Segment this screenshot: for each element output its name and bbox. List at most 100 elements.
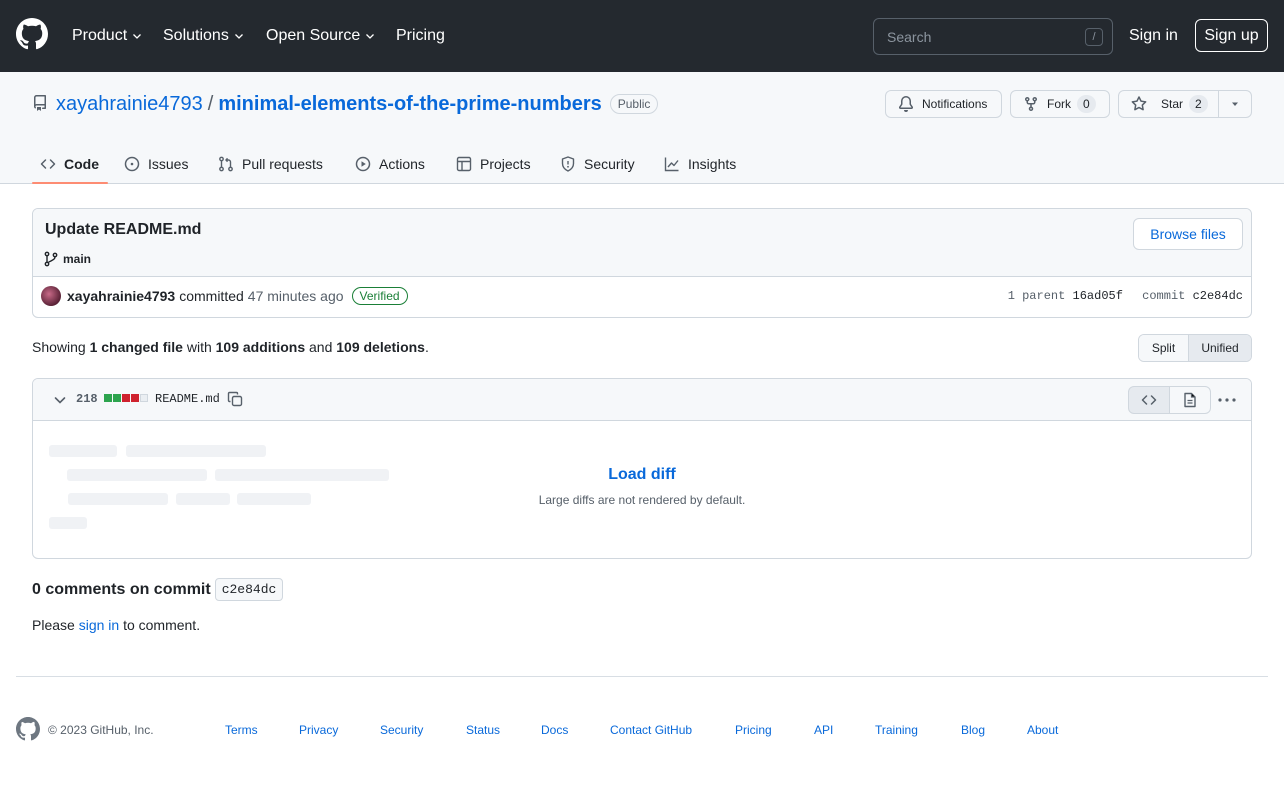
- code-icon: [1141, 395, 1157, 405]
- diffstat-block-del: [122, 394, 130, 402]
- global-header: Product Solutions Open Source Pricing / …: [0, 0, 1284, 72]
- tab-label: Projects: [480, 156, 531, 172]
- search-input[interactable]: [874, 19, 1112, 54]
- nav-open-source[interactable]: Open Source: [266, 26, 376, 46]
- diffstat-block-add: [104, 394, 112, 402]
- commit-time: 47 minutes ago: [247, 288, 344, 304]
- notifications-button[interactable]: Notifications: [885, 90, 1002, 118]
- browse-files-button[interactable]: Browse files: [1133, 218, 1243, 250]
- footer-link-contact[interactable]: Contact GitHub: [610, 723, 692, 737]
- notifications-label: Notifications: [922, 97, 988, 111]
- parent-word: parent: [1022, 289, 1066, 303]
- table-icon: [456, 156, 472, 172]
- tab-projects[interactable]: Projects: [456, 144, 531, 184]
- unified-view-button[interactable]: Unified: [1189, 335, 1251, 361]
- skeleton-line: [49, 517, 87, 529]
- github-logo-icon[interactable]: [16, 18, 48, 50]
- star-label: Star: [1161, 97, 1184, 111]
- play-icon: [355, 156, 371, 172]
- parent-count: 1: [1007, 289, 1015, 303]
- view-code-button[interactable]: [1128, 386, 1170, 414]
- kebab-horizontal-icon[interactable]: [1217, 392, 1237, 408]
- footer-link-docs[interactable]: Docs: [541, 723, 568, 737]
- footer-link-terms[interactable]: Terms: [225, 723, 258, 737]
- branch-label[interactable]: main: [43, 251, 91, 267]
- footer-link-security[interactable]: Security: [380, 723, 423, 737]
- repo-title: xayahrainie4793 / minimal-elements-of-th…: [56, 92, 659, 116]
- tab-issues[interactable]: Issues: [124, 144, 188, 184]
- avatar[interactable]: [41, 286, 61, 306]
- comments-count: 0 comments on commit: [32, 580, 211, 598]
- commit-author-link[interactable]: xayahrainie4793: [67, 288, 175, 304]
- footer-link-blog[interactable]: Blog: [961, 723, 985, 737]
- footer-link-privacy[interactable]: Privacy: [299, 723, 338, 737]
- repo-name-link[interactable]: minimal-elements-of-the-prime-numbers: [218, 92, 601, 116]
- footer-link-status[interactable]: Status: [466, 723, 500, 737]
- nav-product[interactable]: Product: [72, 26, 143, 46]
- tab-pull-requests[interactable]: Pull requests: [218, 144, 323, 184]
- chevron-down-icon[interactable]: [52, 392, 68, 408]
- view-file-button[interactable]: [1169, 386, 1211, 414]
- tab-label: Issues: [148, 156, 189, 172]
- nav-solutions[interactable]: Solutions: [163, 26, 245, 46]
- prompt-text: to comment.: [123, 617, 201, 633]
- tab-code[interactable]: Code: [40, 144, 99, 184]
- fork-count: 0: [1077, 95, 1096, 113]
- nav-pricing[interactable]: Pricing: [396, 26, 445, 46]
- skeleton-line: [49, 445, 117, 457]
- footer-link-pricing[interactable]: Pricing: [735, 723, 772, 737]
- tab-label: Security: [584, 156, 635, 172]
- footer-link-api[interactable]: API: [814, 723, 833, 737]
- commit-meta: xayahrainie4793 committed 47 minutes ago…: [41, 286, 408, 306]
- sign-up-button[interactable]: Sign up: [1195, 19, 1268, 52]
- star-count: 2: [1189, 95, 1208, 113]
- sign-in-to-comment-link[interactable]: sign in: [79, 617, 119, 633]
- star-dropdown-button[interactable]: [1218, 90, 1252, 118]
- commit-sha: c2e84dc: [1192, 289, 1243, 303]
- footer-link-about[interactable]: About: [1027, 723, 1058, 737]
- git-branch-icon: [44, 251, 58, 267]
- commit-header: Update README.md main Browse files: [33, 209, 1251, 277]
- footer-divider: [16, 676, 1268, 677]
- search-shortcut-key: /: [1085, 28, 1103, 46]
- repo-owner-link[interactable]: xayahrainie4793: [56, 92, 203, 116]
- large-diff-note: Large diffs are not rendered by default.: [538, 493, 746, 507]
- diff-file: 218 README.md Load diff Large diffs are …: [32, 378, 1252, 559]
- pull-request-icon: [219, 156, 233, 172]
- diff-stats: Showing 1 changed file with 109 addition…: [32, 339, 429, 355]
- diff-view-toggle: Split Unified: [1138, 334, 1252, 362]
- tab-insights[interactable]: Insights: [664, 144, 736, 184]
- stats-text: with: [186, 339, 212, 355]
- code-icon: [40, 159, 56, 169]
- search-box[interactable]: /: [873, 18, 1113, 55]
- file-name[interactable]: README.md: [155, 392, 220, 406]
- sign-in-link[interactable]: Sign in: [1129, 26, 1178, 46]
- copyright: © 2023 GitHub, Inc.: [48, 723, 154, 737]
- split-view-button[interactable]: Split: [1139, 335, 1189, 361]
- skeleton-line: [126, 445, 266, 457]
- diffstat-block-neutral: [140, 394, 148, 402]
- star-button[interactable]: Star 2: [1118, 90, 1219, 118]
- nav-label: Product: [72, 27, 128, 44]
- tab-label: Actions: [379, 156, 425, 172]
- verified-badge[interactable]: Verified: [351, 287, 408, 305]
- github-logo-icon[interactable]: [16, 717, 40, 741]
- chevron-down-icon: [234, 34, 243, 39]
- tab-actions[interactable]: Actions: [355, 144, 425, 184]
- footer-link-training[interactable]: Training: [875, 723, 918, 737]
- parent-sha-link[interactable]: 16ad05f: [1073, 289, 1123, 303]
- nav-label: Open Source: [266, 27, 361, 44]
- star-icon: [1131, 96, 1147, 111]
- issue-icon: [124, 156, 140, 172]
- prompt-text: Please: [32, 617, 75, 633]
- fork-button[interactable]: Fork 0: [1010, 90, 1110, 118]
- commit-title: Update README.md: [45, 221, 202, 238]
- commit-action: committed: [179, 288, 244, 304]
- sign-in-prompt: Please sign in to comment.: [32, 617, 200, 633]
- tab-security[interactable]: Security: [560, 144, 635, 184]
- commit-sha-info: 1 parent 16ad05f commit c2e84dc: [1008, 289, 1243, 303]
- copy-icon[interactable]: [227, 391, 243, 407]
- nav-label: Pricing: [396, 27, 445, 44]
- load-diff-button[interactable]: Load diff: [33, 465, 1251, 485]
- tab-label: Insights: [688, 156, 737, 172]
